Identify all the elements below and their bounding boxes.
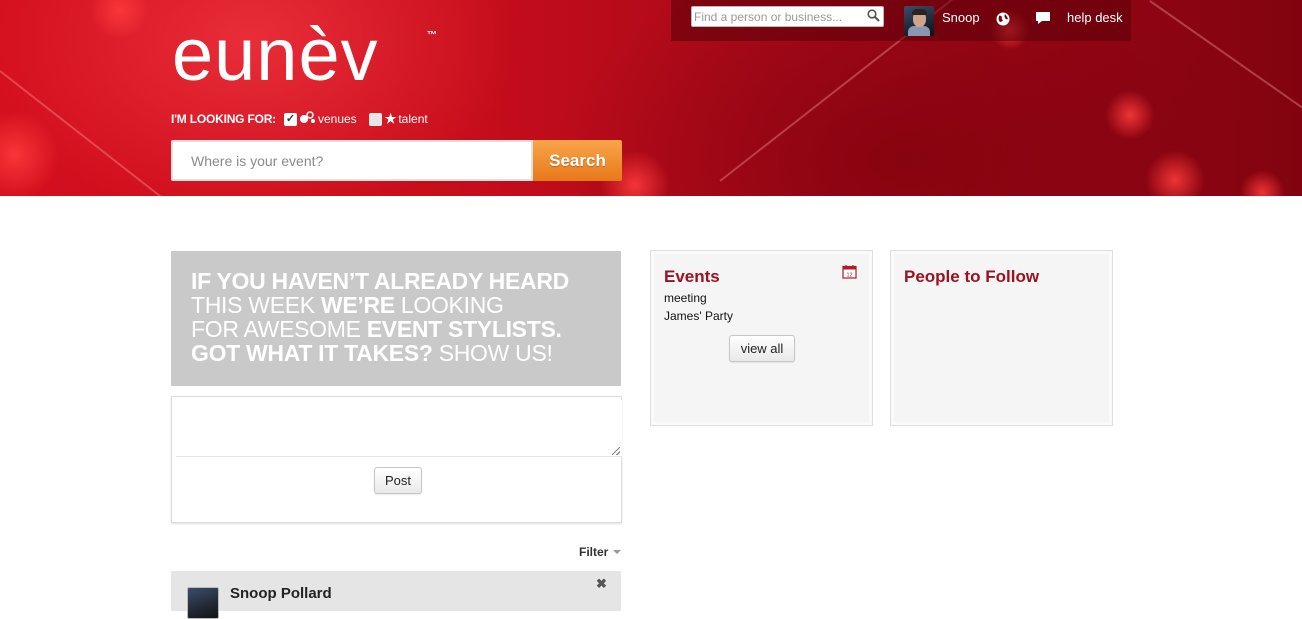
calendar-day: 12	[846, 273, 852, 279]
chevron-down-icon[interactable]	[613, 550, 621, 554]
chat-icon[interactable]	[1035, 11, 1051, 25]
promo-text: THIS WEEK	[191, 292, 321, 318]
filter-dropdown[interactable]: Filter	[579, 545, 608, 559]
star-icon: ★	[384, 111, 397, 126]
looking-for-label: I'M LOOKING FOR:	[171, 112, 276, 126]
promo-line: FOR AWESOME EVENT STYLISTS.	[191, 317, 621, 341]
promo-text: SHOW US!	[432, 340, 553, 366]
people-to-follow-title: People to Follow	[904, 267, 1040, 286]
view-all-button[interactable]: view all	[729, 335, 795, 362]
event-item[interactable]: meeting	[664, 291, 707, 305]
promo-text: GOT WHAT IT TAKES?	[191, 340, 433, 366]
events-title[interactable]: Events	[664, 267, 720, 287]
promo-text: EVENT STYLISTS.	[366, 316, 562, 342]
resize-handle[interactable]	[612, 447, 620, 455]
post-composer: Post	[171, 396, 622, 523]
avatar-hair	[912, 9, 927, 15]
post-button[interactable]: Post	[374, 467, 422, 494]
promo-text: FOR AWESOME	[191, 316, 367, 342]
logo[interactable]: eunèv	[172, 18, 379, 92]
user-avatar[interactable]	[904, 6, 934, 36]
post-textarea[interactable]	[176, 400, 622, 457]
globe-icon[interactable]	[996, 12, 1010, 26]
promo-text: WE’RE	[320, 292, 395, 318]
light-streak	[1149, 0, 1302, 140]
event-item[interactable]: James' Party	[664, 309, 733, 323]
venues-option-label[interactable]: venues	[318, 112, 357, 126]
close-icon[interactable]: ✖	[596, 576, 607, 592]
bokeh-light	[1240, 170, 1285, 196]
talent-checkbox[interactable]	[368, 112, 382, 126]
feed-author-avatar[interactable]	[187, 587, 219, 619]
top-bar: Snoop help desk	[671, 0, 1131, 41]
bokeh-light	[90, 0, 150, 40]
promo-text: LOOKING	[394, 292, 504, 318]
people-search-input[interactable]	[691, 6, 884, 27]
avatar-body	[908, 26, 930, 36]
search-button[interactable]: Search	[533, 140, 622, 181]
user-name-link[interactable]: Snoop	[942, 10, 980, 25]
event-search: Search	[171, 140, 622, 181]
calendar-icon[interactable]: 12	[842, 264, 857, 279]
event-location-input[interactable]	[171, 140, 533, 181]
promo-line: IF YOU HAVEN’T ALREADY HEARD	[191, 268, 569, 294]
venues-checkbox[interactable]	[283, 112, 297, 126]
people-to-follow-card: People to Follow	[890, 250, 1113, 426]
promo-line: GOT WHAT IT TAKES? SHOW US!	[191, 341, 621, 365]
promo-banner[interactable]: IF YOU HAVEN’T ALREADY HEARD THIS WEEK W…	[171, 251, 621, 386]
events-card: Events 12 meeting James' Party view all	[650, 250, 873, 426]
talent-option-label[interactable]: talent	[398, 112, 427, 126]
bokeh-light	[1105, 90, 1155, 140]
help-desk-link[interactable]: help desk	[1067, 10, 1123, 25]
feed-item: Snoop Pollard ✖	[171, 571, 621, 619]
looking-for-filter: I'M LOOKING FOR: venues ★ talent	[171, 111, 440, 127]
bokeh-light	[1145, 150, 1205, 196]
hero-header: eunèv ™ I'M LOOKING FOR: venues ★ talent…	[0, 0, 1302, 196]
search-icon[interactable]	[867, 9, 880, 22]
bokeh-light	[0, 110, 60, 196]
trademark-mark: ™	[427, 30, 437, 41]
venues-icon	[299, 111, 316, 127]
promo-line: THIS WEEK WE’RE LOOKING	[191, 293, 621, 317]
